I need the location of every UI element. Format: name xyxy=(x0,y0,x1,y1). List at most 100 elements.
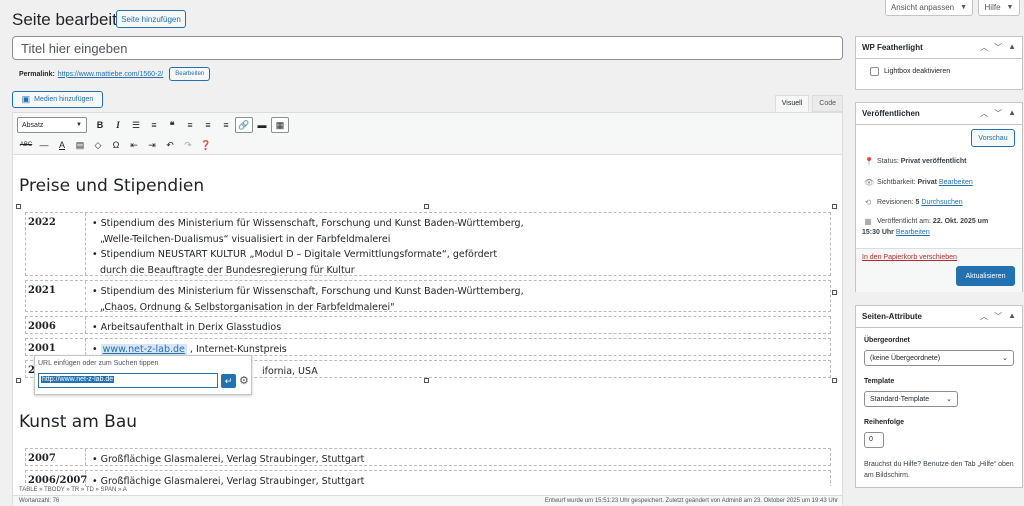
indent-icon[interactable]: ⇥ xyxy=(143,137,161,153)
tab-visual[interactable]: Visuell xyxy=(774,95,810,112)
text-line: durch die Beauftragte der Bundesregierun… xyxy=(100,264,355,276)
align-right-icon[interactable]: ≡ xyxy=(217,117,235,133)
editor-content[interactable]: Preise und Stipendien 2022 • Stipendium … xyxy=(13,156,842,486)
published-time-row: 15:30 Uhr Bearbeiten xyxy=(862,227,930,238)
box-title: WP Featherlight xyxy=(862,43,923,52)
revisions-browse-link[interactable]: Durchsuchen xyxy=(921,199,962,206)
bullet-list-icon[interactable]: ☰ xyxy=(127,117,145,133)
template-select-value: Standard-Template xyxy=(870,395,930,403)
year-cell: 2006/2007 xyxy=(26,471,87,486)
template-select[interactable]: Standard-Template ⌄ xyxy=(864,391,958,407)
collapse-icon[interactable]: ▲ xyxy=(1008,311,1016,322)
caret-down-icon: ▼ xyxy=(1006,4,1014,11)
help-text: Brauchst du Hilfe? Benutze den Tab „Hilf… xyxy=(864,461,1014,479)
editor-toolbar: Absatz ▼ B I ☰ ≡ ❝ ≡ ≡ ≡ 🔗 ▬ ▦ ABC — A ▤ … xyxy=(13,113,842,155)
chevron-down-icon[interactable]: ﹀ xyxy=(994,42,1002,53)
table-row: 2006/2007 • Großflächige Glasmalerei, Ve… xyxy=(25,470,831,486)
parent-select[interactable]: (keine Übergeordnete) ⌄ xyxy=(864,350,1014,366)
text-cell: ifornia, USA xyxy=(262,366,318,377)
chevron-up-icon[interactable]: ︿ xyxy=(980,108,988,119)
text-line: , Internet-Kunstpreis xyxy=(186,344,287,355)
text-line: • Stipendium des Ministerium für Wissens… xyxy=(92,286,524,297)
box-title: Seiten-Attribute xyxy=(862,312,922,321)
text-line: „Chaos, Ordnung & Selbstorganisation in … xyxy=(100,301,395,313)
text-cell: • Großflächige Glasmalerei, Verlag Strau… xyxy=(92,476,365,486)
link-icon[interactable]: 🔗 xyxy=(235,117,253,133)
visibility-edit-link[interactable]: Bearbeiten xyxy=(939,179,973,186)
undo-icon[interactable]: ↶ xyxy=(161,137,179,153)
collapse-icon[interactable]: ▲ xyxy=(1008,42,1016,53)
align-left-icon[interactable]: ≡ xyxy=(181,117,199,133)
text-line: „Welle-Teilchen-Dualismus“ visualisiert … xyxy=(100,233,391,245)
preview-button[interactable]: Vorschau xyxy=(971,129,1015,147)
published-label: Veröffentlicht am: xyxy=(877,218,931,225)
paste-text-icon[interactable]: ▤ xyxy=(71,137,89,153)
screen-options-label: Ansicht anpassen xyxy=(890,3,955,12)
chevron-down-icon[interactable]: ﹀ xyxy=(994,311,1002,322)
outdent-icon[interactable]: ⇤ xyxy=(125,137,143,153)
year-cell: 2021 xyxy=(26,281,86,311)
title-input[interactable]: Titel hier eingeben xyxy=(12,36,843,60)
help-icon[interactable]: ❓ xyxy=(197,137,215,153)
media-icon: ▣ xyxy=(21,94,31,104)
help-button[interactable]: Hilfe ▼ xyxy=(978,0,1020,16)
more-tag-icon[interactable]: ▬ xyxy=(253,117,271,133)
add-page-button[interactable]: Seite hinzufügen xyxy=(116,10,186,28)
status-row: 📍 Status: Privat veröffentlicht xyxy=(864,156,967,167)
table-row: 2021 • Stipendium des Ministerium für Wi… xyxy=(25,280,831,313)
format-select[interactable]: Absatz ▼ xyxy=(17,117,87,133)
help-label: Hilfe xyxy=(984,3,1001,12)
word-count: Wortanzahl: 76 xyxy=(19,498,60,504)
special-character-icon[interactable]: Ω xyxy=(107,137,125,153)
blockquote-icon[interactable]: ❝ xyxy=(163,117,181,133)
gear-icon[interactable]: ⚙ xyxy=(239,374,249,387)
strikethrough-icon[interactable]: ABC xyxy=(17,137,35,153)
screen-options-button[interactable]: Ansicht anpassen ▼ xyxy=(885,0,973,16)
pin-icon: 📍 xyxy=(864,157,874,166)
redo-icon[interactable]: ↷ xyxy=(179,137,197,153)
save-status: Entwurf wurde um 15:51:23 Uhr gespeicher… xyxy=(544,498,838,504)
update-button[interactable]: Aktualisieren xyxy=(956,266,1015,286)
net-z-lab-link[interactable]: www.net-z-lab.de xyxy=(100,344,187,355)
parent-select-value: (keine Übergeordnete) xyxy=(870,354,941,362)
text-cell: • Arbeitsaufenthalt in Derix Glasstudios xyxy=(92,322,282,333)
visibility-value: Privat xyxy=(917,179,937,186)
lightbox-checkbox-row[interactable]: Lightbox deaktivieren xyxy=(870,67,950,76)
horizontal-line-icon[interactable]: — xyxy=(35,137,53,153)
clear-formatting-icon[interactable]: ◇ xyxy=(89,137,107,153)
apply-link-icon[interactable]: ↵ xyxy=(221,374,236,388)
numbered-list-icon[interactable]: ≡ xyxy=(145,117,163,133)
table-row: 2001 • www.net-z-lab.de , Internet-Kunst… xyxy=(25,338,831,356)
year-cell: 2001 xyxy=(26,339,86,355)
chevron-up-icon[interactable]: ︿ xyxy=(980,311,988,322)
trash-link[interactable]: In den Papierkorb verschieben xyxy=(862,254,957,261)
permalink-label: Permalink: xyxy=(19,70,55,78)
text-color-icon[interactable]: A xyxy=(53,137,71,153)
italic-icon[interactable]: I xyxy=(109,117,127,133)
order-input[interactable]: 0 xyxy=(864,432,884,448)
section-heading: Kunst am Bau xyxy=(19,412,138,432)
chevron-down-icon: ⌄ xyxy=(946,396,952,403)
tab-code[interactable]: Code xyxy=(812,95,843,112)
caret-down-icon: ▼ xyxy=(960,4,968,11)
section-heading: Preise und Stipendien xyxy=(19,176,205,196)
eye-icon: 👁 xyxy=(864,178,875,187)
template-label: Template xyxy=(864,378,895,385)
add-media-button[interactable]: ▣ Medien hinzufügen xyxy=(12,91,103,108)
collapse-icon[interactable]: ▲ xyxy=(1008,108,1016,119)
add-media-label: Medien hinzufügen xyxy=(34,96,94,103)
published-row: ▦ Veröffentlicht am: 22. Okt. 2025 um xyxy=(864,216,1019,227)
link-url-input[interactable]: http://www.net-z-lab.de xyxy=(38,373,218,388)
lightbox-checkbox[interactable] xyxy=(870,67,879,76)
permalink-edit-button[interactable]: Bearbeiten xyxy=(169,67,211,81)
format-select-value: Absatz xyxy=(22,121,44,129)
bold-icon[interactable]: B xyxy=(91,117,109,133)
align-center-icon[interactable]: ≡ xyxy=(199,117,217,133)
chevron-down-icon[interactable]: ﹀ xyxy=(994,108,1002,119)
chevron-up-icon[interactable]: ︿ xyxy=(980,42,988,53)
editor-tabs: Visuell Code xyxy=(772,95,843,112)
permalink-url[interactable]: https://www.mattiebe.com/1560-2/ xyxy=(58,71,163,78)
published-edit-link[interactable]: Bearbeiten xyxy=(896,229,930,236)
toolbar-toggle-icon[interactable]: ▦ xyxy=(271,117,289,133)
page-attributes-box: Seiten-Attribute ︿ ﹀ ▲ Übergeordnet (keine… xyxy=(855,305,1023,488)
